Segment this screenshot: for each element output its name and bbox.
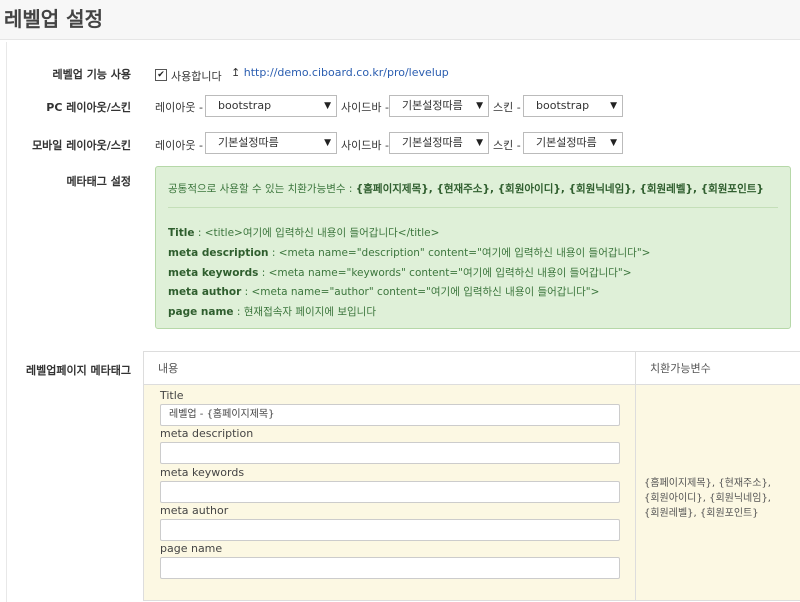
vars-line: {홈페이지제목}, {현재주소}, xyxy=(644,478,771,489)
levelup-use-checkbox[interactable]: ✔ xyxy=(155,69,167,81)
vars-line: {회원레벨}, {회원포인트} xyxy=(644,508,759,519)
metatag-help-box: 공통적으로 사용할 수 있는 치환가능변수 : {홈페이지제목}, {현재주소}… xyxy=(155,166,791,329)
help-line-page-name: page name : 현재접속자 페이지에 보입니다 xyxy=(168,304,376,319)
vars-cell: {홈페이지제목}, {현재주소}, {회원아이디}, {회원닉네임}, {회원레… xyxy=(636,385,800,600)
field-label-title: Title xyxy=(160,389,184,402)
help-line-value: : <meta name="author" content="여기에 입력하신 … xyxy=(241,286,600,298)
help-line-value: : 현재접속자 페이지에 보입니다 xyxy=(233,306,376,318)
mobile-skin-select[interactable]: 기본설정따름 ▼ xyxy=(523,132,623,154)
chevron-down-icon: ▼ xyxy=(610,101,617,111)
levelup-use-label: 레벨업 기능 사용 xyxy=(52,68,132,81)
pc-skin-select[interactable]: bootstrap ▼ xyxy=(523,95,623,117)
help-line-value: : <meta name="description" content="여기에 … xyxy=(268,247,651,259)
mobile-sidebar-value: 기본설정따름 xyxy=(402,136,463,149)
pc-layout-value: bootstrap xyxy=(218,99,272,112)
chevron-down-icon: ▼ xyxy=(610,138,617,148)
field-label-author: meta author xyxy=(160,504,229,517)
mobile-layout-prefix: 레이아웃 - xyxy=(155,139,203,152)
page-name-input[interactable] xyxy=(160,557,620,579)
title-input[interactable]: 레벨업 - {홈페이지제목} xyxy=(160,404,620,426)
field-label-description: meta description xyxy=(160,427,254,440)
mobile-skin-value: 기본설정따름 xyxy=(536,136,597,149)
help-line-value: : <meta name="keywords" content="여기에 입력하… xyxy=(258,267,632,279)
vars-line: {회원아이디}, {회원닉네임}, xyxy=(644,493,771,504)
field-label-keywords: meta keywords xyxy=(160,466,245,479)
mobile-layout-label: 모바일 레이아웃/스킨 xyxy=(32,139,131,152)
help-line-description: meta description : <meta name="descripti… xyxy=(168,245,650,260)
vars-list: {홈페이지제목}, {현재주소}, {회원아이디}, {회원닉네임}, {회원레… xyxy=(644,476,771,521)
chevron-down-icon: ▼ xyxy=(324,138,331,148)
chevron-down-icon: ▼ xyxy=(324,101,331,111)
common-vars-prefix: 공통적으로 사용할 수 있는 치환가능변수 : xyxy=(168,183,356,195)
check-icon: ✔ xyxy=(157,70,165,80)
mobile-skin-prefix: 스킨 - xyxy=(493,139,521,152)
chevron-down-icon: ▼ xyxy=(476,138,483,148)
pc-sidebar-select[interactable]: 기본설정따름 ▼ xyxy=(389,95,489,117)
page-metatag-table: 내용 치환가능변수 Title 레벨업 - {홈페이지제목} meta desc… xyxy=(143,351,800,601)
help-line-key: meta author xyxy=(168,286,242,298)
external-link-icon: ↥ xyxy=(231,66,241,79)
mobile-layout-select[interactable]: 기본설정따름 ▼ xyxy=(205,132,337,154)
pc-sidebar-value: 기본설정따름 xyxy=(402,99,463,112)
page-title: 레벨업 설정 xyxy=(0,0,800,40)
pc-sidebar-prefix: 사이드바 - xyxy=(341,101,389,114)
pc-skin-value: bootstrap xyxy=(536,99,590,112)
help-line-title: Title : <title>여기에 입력하신 내용이 들어갑니다</title… xyxy=(168,225,439,240)
metatag-settings-label: 메타태그 설정 xyxy=(66,175,131,188)
column-header-content: 내용 xyxy=(144,352,636,385)
help-line-author: meta author : <meta name="author" conten… xyxy=(168,284,599,299)
page-metatag-label: 레벨업페이지 메타태그 xyxy=(25,364,131,377)
help-line-keywords: meta keywords : <meta name="keywords" co… xyxy=(168,265,632,280)
help-line-key: Title xyxy=(168,227,195,239)
meta-author-input[interactable] xyxy=(160,519,620,541)
help-line-key: page name xyxy=(168,306,234,318)
mobile-sidebar-prefix: 사이드바 - xyxy=(341,139,389,152)
pc-skin-prefix: 스킨 - xyxy=(493,101,521,114)
common-vars-line: 공통적으로 사용할 수 있는 치환가능변수 : {홈페이지제목}, {현재주소}… xyxy=(168,181,764,196)
pc-layout-select[interactable]: bootstrap ▼ xyxy=(205,95,337,117)
mobile-layout-value: 기본설정따름 xyxy=(218,136,279,149)
levelup-use-checkbox-label: 사용합니다 xyxy=(171,70,222,83)
help-divider xyxy=(168,207,778,208)
pc-layout-label: PC 레이아웃/스킨 xyxy=(46,101,131,114)
meta-description-input[interactable] xyxy=(160,442,620,464)
field-label-page-name: page name xyxy=(160,542,223,555)
levelup-link[interactable]: ↥ http://demo.ciboard.co.kr/pro/levelup xyxy=(231,66,449,79)
help-line-value: : <title>여기에 입력하신 내용이 들어갑니다</title> xyxy=(194,227,440,239)
settings-panel: 레벨업 기능 사용 ✔ 사용합니다 ↥ http://demo.ciboard.… xyxy=(6,42,800,602)
mobile-sidebar-select[interactable]: 기본설정따름 ▼ xyxy=(389,132,489,154)
levelup-link-text: http://demo.ciboard.co.kr/pro/levelup xyxy=(243,66,449,79)
help-line-key: meta description xyxy=(168,247,269,259)
meta-keywords-input[interactable] xyxy=(160,481,620,503)
common-vars-list: {홈페이지제목}, {현재주소}, {회원아이디}, {회원닉네임}, {회원레… xyxy=(355,183,764,195)
help-line-key: meta keywords xyxy=(168,267,259,279)
chevron-down-icon: ▼ xyxy=(476,101,483,111)
pc-layout-prefix: 레이아웃 - xyxy=(155,101,203,114)
content-cell: Title 레벨업 - {홈페이지제목} meta description me… xyxy=(144,385,636,600)
column-header-vars: 치환가능변수 xyxy=(636,352,800,385)
